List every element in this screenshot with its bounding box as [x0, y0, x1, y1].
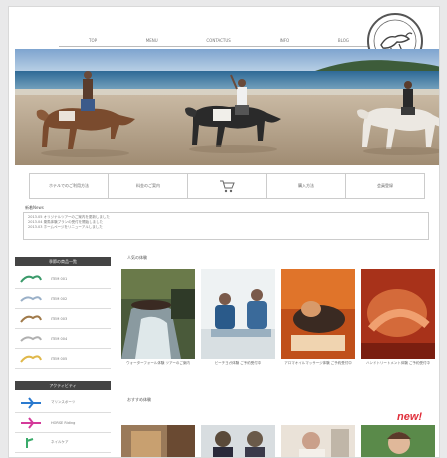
- sidebar-heading: アクティビティ: [15, 381, 111, 390]
- sidebar-products: 季節の商品一覧 ITEM 001 ITEM 002 ITEM 003 ITEM …: [15, 257, 111, 369]
- sidebar-item[interactable]: ITEM 005: [15, 349, 111, 369]
- recommended-image: [281, 425, 355, 457]
- top-nav: TOP MENU CONTACTUS INFO BLOG: [59, 37, 379, 47]
- sidebar-item-label: ITEM 004: [51, 336, 68, 341]
- menu-hotel-usage[interactable]: ホテルでのご利用方法: [30, 174, 109, 198]
- photo-caption: アロマオイルマッサージ体験 ご予約受付中: [284, 361, 352, 365]
- sidebar-item[interactable]: ITEM 002: [15, 289, 111, 309]
- sidebar-heading: 季節の商品一覧: [15, 257, 111, 266]
- nav-item-contact[interactable]: CONTACTUS: [206, 37, 230, 46]
- recommended-photo-3[interactable]: [281, 425, 355, 457]
- menu-member-register[interactable]: 会員登録: [346, 174, 424, 198]
- yoga-image: [201, 269, 275, 359]
- massage-image: [281, 269, 355, 359]
- sidebar-item[interactable]: ITEM 003: [15, 309, 111, 329]
- product-thumbnail-icon: [20, 335, 42, 342]
- product-thumbnail-icon: [20, 314, 42, 323]
- recommended-image: [201, 425, 275, 457]
- airplane-icon: [21, 396, 41, 409]
- nav-item-blog[interactable]: BLOG: [338, 37, 349, 46]
- menu-price-info[interactable]: 料金のご案内: [109, 174, 188, 198]
- news-title: 新着News: [25, 205, 44, 210]
- hero-image: [15, 49, 439, 165]
- sidebar-item[interactable]: ITEM 001: [15, 269, 111, 289]
- recommended-photo-4[interactable]: [361, 425, 435, 457]
- sidebar-item[interactable]: ITEM 004: [15, 329, 111, 349]
- nav-item-top[interactable]: TOP: [89, 37, 97, 46]
- waterfall-image: [121, 269, 195, 359]
- sidebar-item-label: マリンスポーツ: [51, 400, 76, 404]
- menu-hotel-usage-label: ホテルでのご利用方法: [49, 183, 89, 188]
- popular-photo-hand-care[interactable]: [361, 269, 435, 359]
- recommended-photo-2[interactable]: [201, 425, 275, 457]
- recommended-section-title: おすすめ体験: [127, 397, 151, 402]
- product-thumbnail-icon: [20, 274, 42, 283]
- photo-caption: ビーチヨガ体験 ご予約受付中: [214, 361, 262, 365]
- product-thumbnail-icon: [20, 354, 42, 363]
- sidebar-item-label: ITEM 005: [51, 356, 68, 361]
- photo-caption: ハンドトリートメント体験 ご予約受付中: [365, 361, 431, 365]
- sidebar-item[interactable]: スパ: [15, 453, 111, 457]
- sidebar-item-label: ITEM 002: [51, 296, 68, 301]
- news-box: 2013.05 オリジナルツアーのご案内を更新しました 2013.04 乗馬体験…: [23, 212, 429, 240]
- menu-price-info-label: 料金のご案内: [136, 183, 160, 188]
- sidebar-activities: アクティビティ マリンスポーツ HORSE Riding ネイルケア スパ: [15, 381, 111, 457]
- cart-button[interactable]: [188, 174, 267, 198]
- popular-photo-yoga[interactable]: [201, 269, 275, 359]
- product-thumbnail-icon: [20, 295, 42, 302]
- airplane-icon: [21, 416, 41, 429]
- sidebar-item[interactable]: HORSE Riding: [15, 413, 111, 433]
- popular-photo-massage[interactable]: [281, 269, 355, 359]
- menu-purchase-method-label: 購入方法: [298, 183, 314, 188]
- page-frame: TOP MENU CONTACTUS INFO BLOG ホテルでのご利用方法 …: [8, 6, 440, 458]
- sidebar-item-label: ITEM 001: [51, 276, 68, 281]
- news-item[interactable]: 2013.03 ホームページをリニューアルしました: [28, 225, 424, 230]
- sidebar-item-label: ITEM 003: [51, 316, 68, 321]
- sidebar-item-label: ネイルケア: [51, 440, 69, 444]
- menu-member-register-label: 会員登録: [377, 183, 393, 188]
- sidebar-item[interactable]: マリンスポーツ: [15, 393, 111, 413]
- nav-item-menu[interactable]: MENU: [146, 37, 158, 46]
- recommended-image: [121, 425, 195, 457]
- recommended-photo-1[interactable]: [121, 425, 195, 457]
- photo-caption: ウォーターフォール体験 ツアーのご案内: [126, 361, 190, 365]
- shopping-cart-icon: [220, 180, 235, 193]
- popular-section-title: 人気の体験: [127, 255, 147, 260]
- menu-purchase-method[interactable]: 購入方法: [267, 174, 346, 198]
- leaf-icon: [26, 437, 34, 448]
- hand-care-image: [361, 269, 435, 359]
- popular-photo-waterfall[interactable]: [121, 269, 195, 359]
- recommended-image: [361, 425, 435, 457]
- new-badge: new!: [397, 411, 423, 423]
- service-menu-bar: ホテルでのご利用方法 料金のご案内 購入方法 会員登録: [29, 173, 425, 199]
- nav-item-info[interactable]: INFO: [280, 37, 290, 46]
- sidebar-item-label: HORSE Riding: [51, 420, 76, 425]
- sidebar-item[interactable]: ネイルケア: [15, 433, 111, 453]
